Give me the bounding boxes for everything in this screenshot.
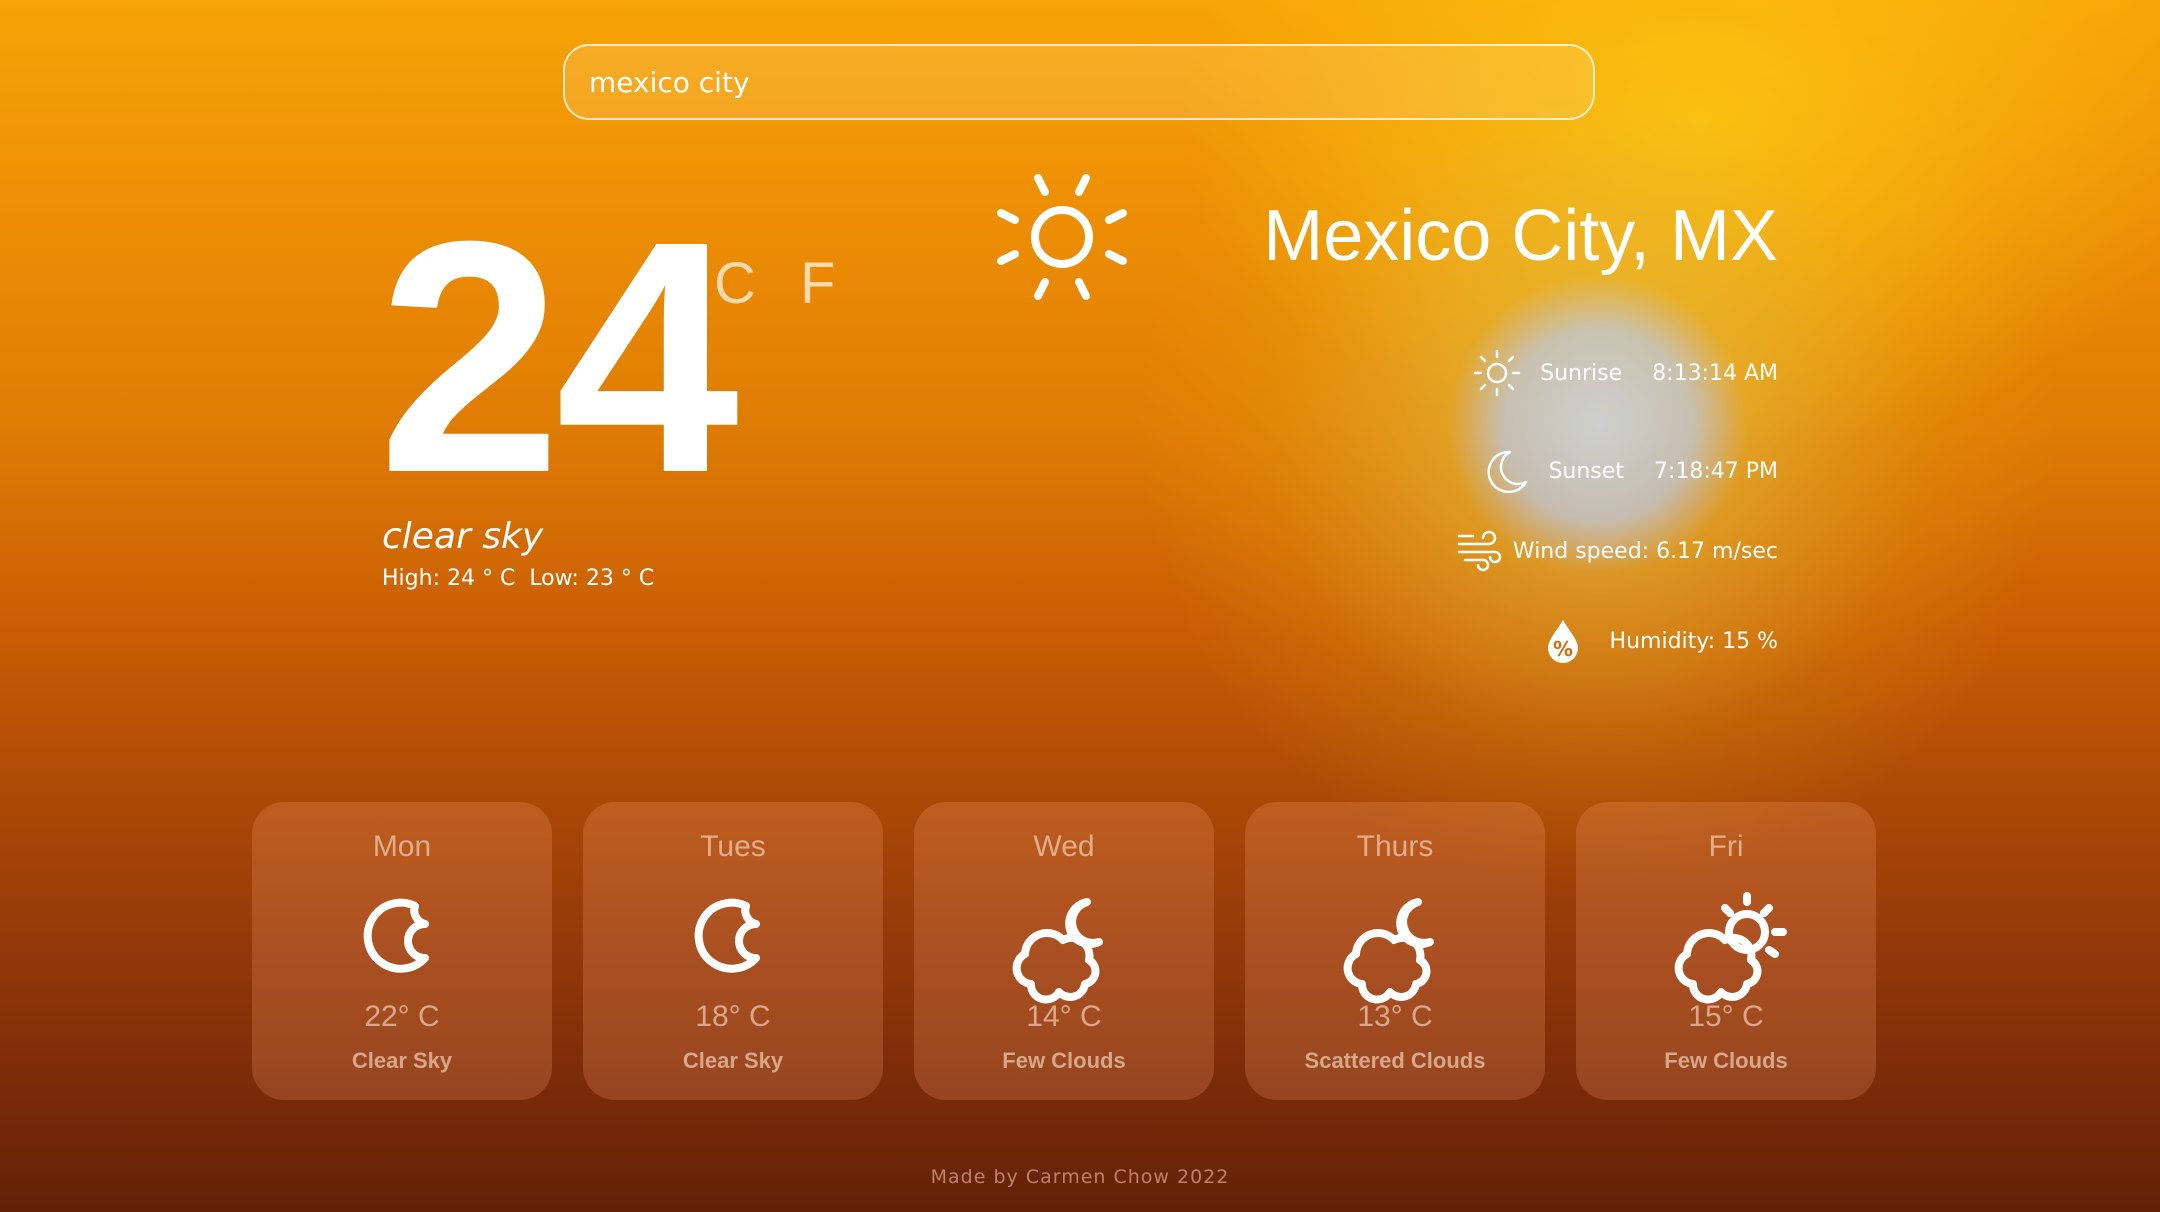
sunset-label: Sunset [1548,458,1624,484]
cloud-moon-icon [1012,898,1103,1004]
fahrenheit-toggle[interactable]: F [800,254,835,314]
sunrise-row: Sunrise 8:13:14 AM [1472,348,1778,398]
cloud-sun-icon [1674,892,1787,1004]
forecast-day: Tues [700,830,766,863]
humidity-row: % Humidity: 15 % [1538,616,1778,666]
celsius-toggle[interactable]: C [714,254,756,314]
sunset-time: 7:18:47 PM [1653,458,1778,484]
svg-text:%: % [1553,637,1573,661]
search-input[interactable] [587,64,1571,100]
forecast-desc: Scattered Clouds [1304,1048,1486,1073]
sunrise-label: Sunrise [1540,360,1623,386]
forecast-temp: 13° C [1357,1000,1433,1033]
current-temperature: 24 [378,172,739,541]
forecast-card-wed: Wed 14° C Few Clouds [914,802,1214,1100]
forecast-temp: 22° C [364,1000,440,1033]
forecast-temp: 15° C [1688,1000,1764,1033]
forecast-desc: Few Clouds [1664,1048,1788,1073]
sunrise-icon [1473,349,1521,397]
forecast-day: Wed [1033,830,1095,863]
high-temp: High: 24 ° C [382,566,516,591]
high-low: High: 24 ° C Low: 23 ° C [382,566,668,591]
low-temp: Low: 23 ° C [529,566,655,591]
wind-row: Wind speed: 6.17 m/sec [1455,526,1778,576]
forecast-desc: Clear Sky [351,1048,453,1073]
sunrise-time: 8:13:14 AM [1652,360,1778,386]
forecast-temp: 18° C [695,1000,771,1033]
forecast-card-thurs: Thurs 13° C Scattered Clouds [1245,802,1545,1100]
cloud-moon-icon [1343,898,1434,1004]
forecast-temp: 14° C [1026,1000,1102,1033]
humidity-drop-icon: % [1547,620,1578,663]
sun-icon [997,174,1127,300]
city-search-bar[interactable] [563,44,1595,120]
footer-credit: Made by Carmen Chow 2022 [930,1166,1230,1188]
humidity: Humidity: 15 % [1609,628,1778,654]
sunset-row: Sunset 7:18:47 PM [1480,446,1778,496]
weather-description: clear sky [382,516,544,557]
forecast-card-tues: Tues 18° C Clear Sky [583,802,883,1100]
moon-icon [1487,450,1528,494]
forecast-desc: Clear Sky [682,1048,784,1073]
forecast-day: Fri [1708,830,1744,863]
wind-icon [1457,530,1502,572]
forecast-day: Thurs [1356,830,1434,863]
moon-clear-icon [363,898,429,973]
forecast-desc: Few Clouds [1002,1048,1126,1073]
forecast-day: Mon [372,830,432,863]
forecast-card-mon: Mon 22° C Clear Sky [252,802,552,1100]
wind-speed: Wind speed: 6.17 m/sec [1512,538,1778,564]
forecast-card-fri: Fri 15° C Few Clouds [1576,802,1876,1100]
city-name: Mexico City, MX [1263,196,1778,276]
moon-clear-icon [694,898,760,973]
